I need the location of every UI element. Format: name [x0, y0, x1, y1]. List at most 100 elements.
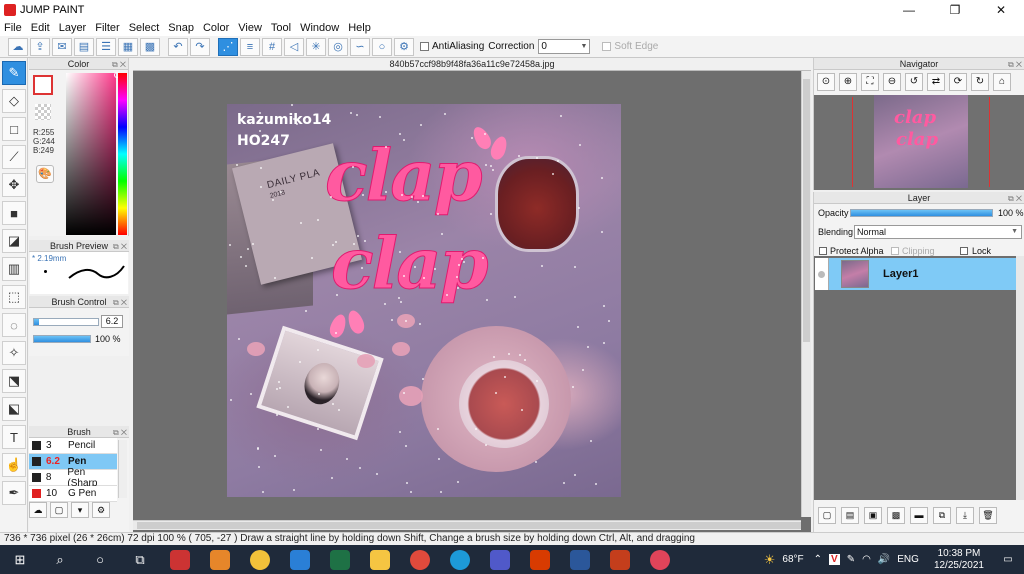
move-tool-icon[interactable]: ✥	[2, 173, 26, 197]
blending-select[interactable]: Normal ▼	[854, 225, 1022, 239]
protect-alpha-checkbox[interactable]	[819, 247, 827, 255]
eyedropper-tool-icon[interactable]: ✒	[2, 481, 26, 505]
task-view-icon[interactable]: ⧉	[126, 545, 154, 574]
taskbar-app-explorer[interactable]	[366, 545, 394, 574]
zoom-out-icon[interactable]: ⊖	[883, 73, 901, 91]
new-layer-1bit-icon[interactable]: ▣	[864, 507, 882, 524]
navigator-view[interactable]: clap clap	[814, 95, 1024, 190]
brush-cloud-icon[interactable]: ☁	[29, 502, 47, 518]
notification-icon[interactable]: ▭	[998, 554, 1018, 565]
undo-icon[interactable]: ↶	[168, 37, 188, 56]
network-icon[interactable]: ◠	[862, 554, 871, 565]
gradient-tool-icon[interactable]: ▥	[2, 257, 26, 281]
hand-tool-icon[interactable]: ☝	[2, 453, 26, 477]
flip-icon[interactable]: ⇄	[927, 73, 945, 91]
soft-edge-checkbox[interactable]	[602, 42, 612, 51]
layer-row[interactable]: Layer1	[815, 258, 1016, 290]
snap-ellipse-icon[interactable]: ○	[372, 37, 392, 56]
snap-parallel-icon[interactable]: ≡	[240, 37, 260, 56]
clock[interactable]: 10:38 PM 12/25/2021	[934, 548, 984, 572]
windows-start-icon[interactable]: ⊞	[6, 545, 34, 574]
reset-icon[interactable]: ⟳	[949, 73, 967, 91]
dot-line-tool-icon[interactable]: ⟋	[2, 145, 26, 169]
fill-rect-tool-icon[interactable]: ■	[2, 201, 26, 225]
select-rect-tool-icon[interactable]: ⬚	[2, 285, 26, 309]
antivirus-icon[interactable]: V	[829, 554, 840, 565]
brush-size-input[interactable]: 6.2	[101, 315, 123, 328]
taskbar-app-chrome3[interactable]	[646, 545, 674, 574]
delete-layer-icon[interactable]: 🗑	[979, 507, 997, 524]
rotate-right-icon[interactable]: ↻	[971, 73, 989, 91]
taskbar-app-powerpoint[interactable]	[606, 545, 634, 574]
taskbar-app-jumppaint[interactable]	[206, 545, 234, 574]
visibility-toggle[interactable]	[815, 258, 829, 290]
canvas-vertical-scrollbar[interactable]	[801, 71, 811, 517]
lasso-tool-icon[interactable]: ◌	[2, 313, 26, 337]
vertical-scroll-thumb[interactable]	[803, 79, 810, 342]
snap-radial-icon[interactable]: ✳	[306, 37, 326, 56]
snap-vanish-icon[interactable]: ◁	[284, 37, 304, 56]
taskbar-app-store[interactable]	[286, 545, 314, 574]
brush-size-slider[interactable]	[33, 318, 99, 326]
menu-tool[interactable]: Tool	[271, 22, 291, 34]
snap-cross-icon[interactable]: #	[262, 37, 282, 56]
menu-select[interactable]: Select	[129, 22, 160, 34]
list-icon[interactable]: ☰	[96, 37, 116, 56]
taskbar-app-word[interactable]	[566, 545, 594, 574]
eraser-tool-icon[interactable]: ◇	[2, 89, 26, 113]
export-icon[interactable]: ⇪	[30, 37, 50, 56]
menu-color[interactable]: Color	[203, 22, 229, 34]
menu-snap[interactable]: Snap	[168, 22, 194, 34]
zoom-in-icon[interactable]: ⊕	[839, 73, 857, 91]
layer-list-scrollbar[interactable]	[1016, 256, 1024, 500]
bucket-tool-icon[interactable]: ◪	[2, 229, 26, 253]
foreground-color-swatch[interactable]	[33, 75, 53, 95]
menu-window[interactable]: Window	[300, 22, 339, 34]
brush-opacity-slider[interactable]	[33, 335, 91, 343]
snap-curve-icon[interactable]: ∽	[350, 37, 370, 56]
new-folder-icon[interactable]: ▬	[910, 507, 928, 524]
text-tool-icon[interactable]: T	[2, 425, 26, 449]
panel-window-icon[interactable]: ⧉ ✕	[1008, 59, 1022, 71]
menu-view[interactable]: View	[238, 22, 262, 34]
menu-filter[interactable]: Filter	[95, 22, 119, 34]
lock-checkbox[interactable]	[960, 247, 968, 255]
brush-list-scrollbar[interactable]	[118, 440, 127, 498]
brush-item-g-pen[interactable]: 10 G Pen	[29, 486, 117, 502]
canvas-area[interactable]: 840b57ccf98b9f48fa36a11c9e72458a.jpg DAI…	[133, 58, 811, 532]
taskbar-app-game[interactable]	[166, 545, 194, 574]
palette-icon[interactable]: 🎨	[36, 165, 54, 183]
layer-opacity-slider[interactable]	[850, 209, 993, 217]
zoom-fit-icon[interactable]: ⊙	[817, 73, 835, 91]
saturation-value-picker[interactable]	[66, 73, 116, 235]
redo-icon[interactable]: ↷	[190, 37, 210, 56]
lock-view-icon[interactable]: ⌂	[993, 73, 1011, 91]
volume-icon[interactable]: 🔊	[878, 554, 890, 565]
new-brush-icon[interactable]: ▢	[50, 502, 68, 518]
taskbar-app-chrome[interactable]	[246, 545, 274, 574]
minimize-button[interactable]: —	[886, 0, 932, 20]
select-eraser-tool-icon[interactable]: ⬕	[2, 397, 26, 421]
grid-icon[interactable]: ▩	[140, 37, 160, 56]
panel-window-icon[interactable]: ⧉ ✕	[112, 59, 126, 71]
brush-tool-icon[interactable]: ✎	[2, 61, 26, 85]
new-halftone-layer-icon[interactable]: ▩	[887, 507, 905, 524]
cortana-icon[interactable]: ○	[86, 545, 114, 574]
taskbar-app-excel[interactable]	[326, 545, 354, 574]
antialiasing-checkbox[interactable]	[420, 42, 429, 51]
correction-select[interactable]: 0 ▼	[538, 39, 591, 54]
artwork-canvas[interactable]: DAILY PLA 2018 kazumiko14 HO247 clap cla…	[227, 104, 621, 497]
snap-off-icon[interactable]: ⋰	[218, 37, 238, 56]
comment-icon[interactable]: ✉	[52, 37, 72, 56]
search-icon[interactable]: ⌕	[46, 545, 74, 574]
menu-file[interactable]: File	[4, 22, 22, 34]
menu-help[interactable]: Help	[348, 22, 371, 34]
cloud-icon[interactable]: ☁	[8, 37, 28, 56]
taskbar-app-chrome2[interactable]	[406, 545, 434, 574]
snap-settings-icon[interactable]: ⚙	[394, 37, 414, 56]
navigator-thumbnail[interactable]: clap clap	[874, 95, 968, 188]
taskbar-app-office[interactable]	[526, 545, 554, 574]
clipping-checkbox[interactable]	[891, 247, 899, 255]
panel-window-icon[interactable]: ⧉ ✕	[113, 297, 127, 309]
brush-settings-icon[interactable]: ⚙	[92, 502, 110, 518]
